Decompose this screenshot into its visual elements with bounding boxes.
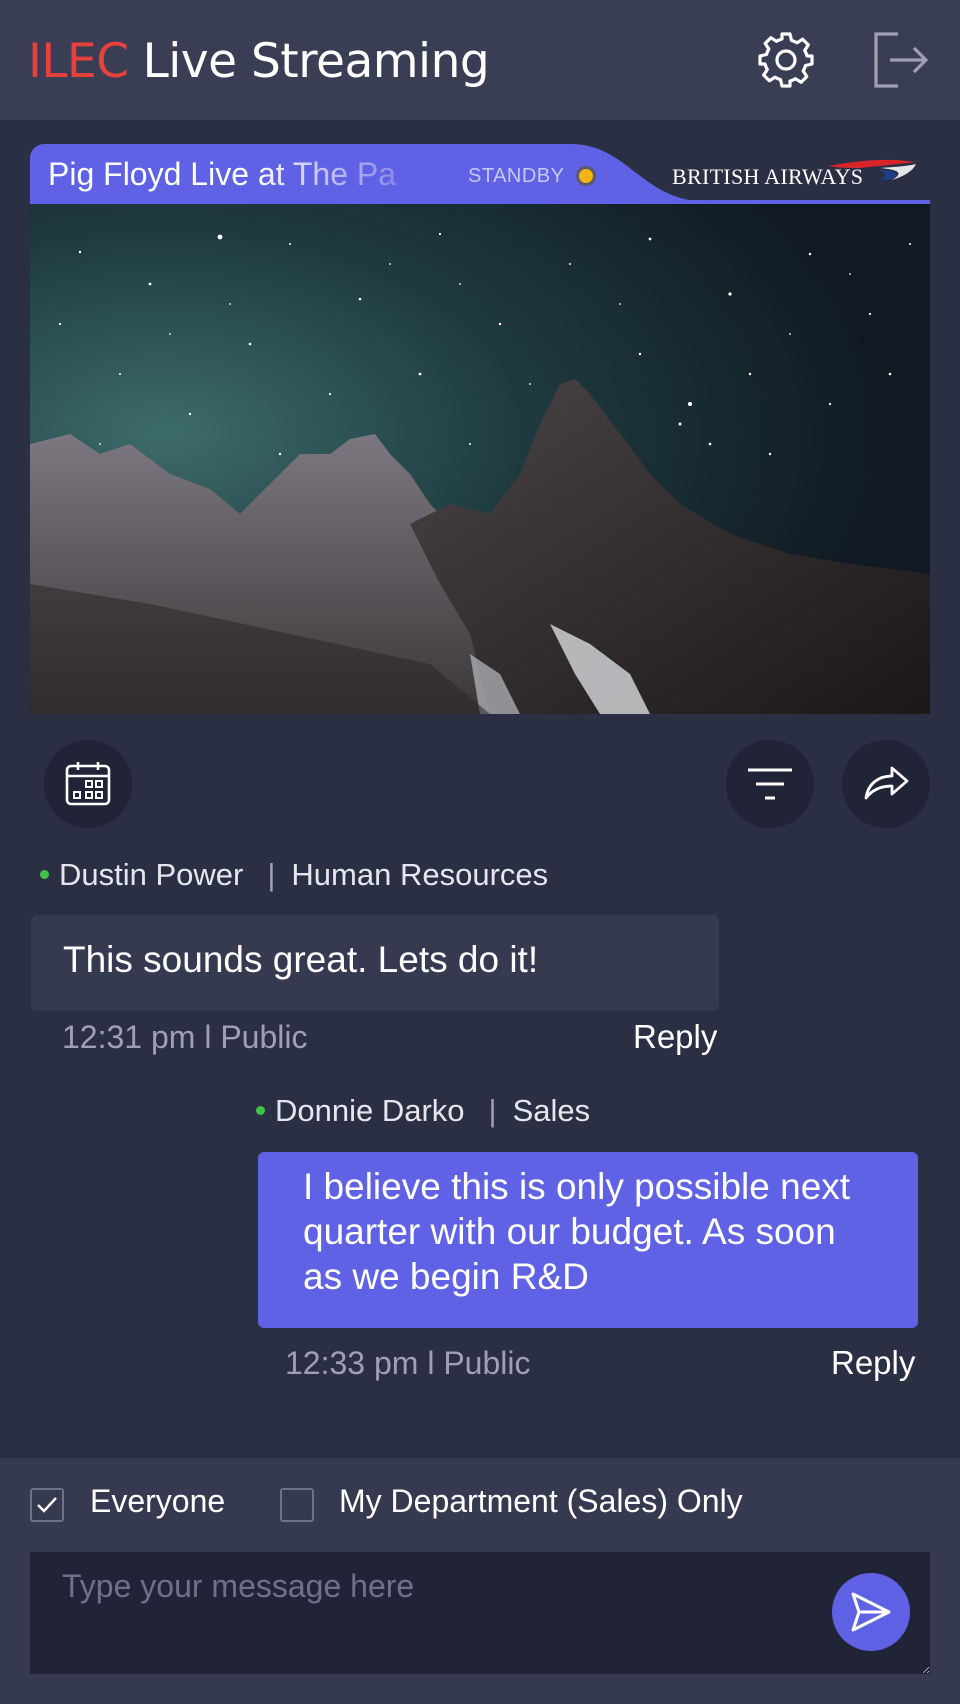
video-frame[interactable] (30, 204, 930, 714)
app-header: ILEC Live Streaming (0, 0, 960, 120)
author-name: Dustin Power (59, 857, 244, 892)
message-timestamp: 12:31 pm l Public (62, 1019, 308, 1055)
author-department: Human Resources (291, 857, 549, 892)
share-button[interactable] (842, 740, 930, 828)
everyone-checkbox[interactable] (30, 1488, 64, 1522)
stream-title-bar: Pig Floyd Live at The Pa STANDBY BRITISH… (30, 144, 930, 204)
schedule-button[interactable] (44, 740, 132, 828)
author-department: Sales (512, 1093, 591, 1128)
online-indicator (40, 870, 49, 880)
logout-icon[interactable] (868, 28, 932, 92)
sponsor-logo: BRITISH AIRWAYS (670, 158, 920, 194)
reply-button[interactable]: Reply (831, 1344, 915, 1382)
separator: | (488, 1093, 497, 1128)
status-indicator (576, 166, 596, 186)
reply-button[interactable]: Reply (633, 1018, 717, 1056)
online-indicator (256, 1106, 265, 1116)
message-input[interactable] (30, 1552, 930, 1674)
message-bubble: I believe this is only possible next qua… (258, 1152, 918, 1328)
stream-status: STANDBY (468, 165, 565, 187)
stream-title: Pig Floyd Live at The Pa (48, 156, 397, 192)
department-only-checkbox[interactable] (280, 1488, 314, 1522)
everyone-label[interactable]: Everyone (90, 1482, 225, 1520)
send-button[interactable] (832, 1573, 910, 1651)
checkmark-icon (37, 1497, 57, 1513)
filter-icon (748, 768, 792, 800)
gear-icon[interactable] (754, 28, 818, 92)
send-icon (851, 1592, 891, 1632)
author-name: Donnie Darko (275, 1093, 465, 1128)
message-bubble: This sounds great. Lets do it! (31, 915, 719, 1011)
speedmarque-icon (828, 159, 916, 180)
message-author-line: Donnie Darko | Sales (256, 1092, 590, 1130)
filter-button[interactable] (726, 740, 814, 828)
app-title: ILEC Live Streaming (28, 34, 490, 90)
share-icon (864, 766, 909, 800)
video-thumbnail (30, 204, 930, 714)
app-title-text: Live Streaming (142, 34, 490, 89)
department-only-label[interactable]: My Department (Sales) Only (339, 1482, 743, 1520)
message-author-line: Dustin Power | Human Resources (40, 856, 548, 894)
calendar-icon (65, 762, 111, 806)
stream-player: Pig Floyd Live at The Pa STANDBY BRITISH… (30, 144, 930, 714)
message-text: I believe this is only possible next qua… (303, 1166, 851, 1297)
separator: | (267, 857, 276, 892)
message-text: This sounds great. Lets do it! (63, 939, 539, 980)
message-timestamp: 12:33 pm l Public (285, 1345, 531, 1381)
brand-name: ILEC (28, 34, 129, 89)
